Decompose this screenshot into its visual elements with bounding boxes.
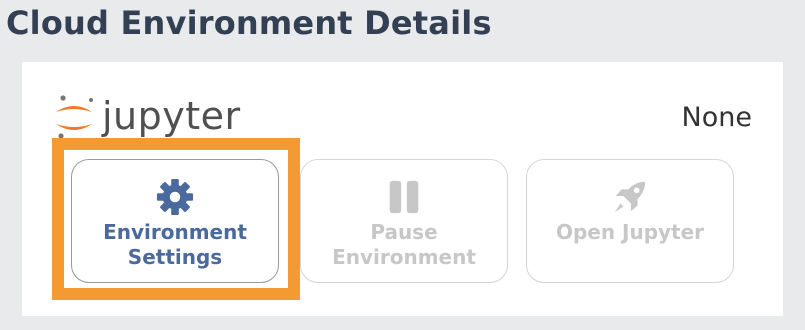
rocket-icon <box>614 181 646 213</box>
environment-card: jupyter None Environment Settings Pause … <box>22 62 783 316</box>
jupyter-logo-icon <box>56 95 93 139</box>
gear-icon <box>156 178 194 216</box>
environment-settings-button[interactable]: Environment Settings <box>71 159 279 283</box>
page-title: Cloud Environment Details <box>6 4 492 42</box>
open-jupyter-label: Open Jupyter <box>555 220 705 244</box>
jupyter-brand: jupyter <box>52 92 241 140</box>
environment-status: None <box>681 102 752 133</box>
pause-icon <box>389 180 419 214</box>
pause-environment-label: Pause Environment <box>332 220 476 269</box>
page: Cloud Environment Details jupyter None E… <box>0 0 805 330</box>
jupyter-wordmark: jupyter <box>102 94 241 138</box>
open-jupyter-button[interactable]: Open Jupyter <box>526 159 734 283</box>
pause-environment-button[interactable]: Pause Environment <box>300 159 508 283</box>
environment-settings-label: Environment Settings <box>103 220 247 269</box>
